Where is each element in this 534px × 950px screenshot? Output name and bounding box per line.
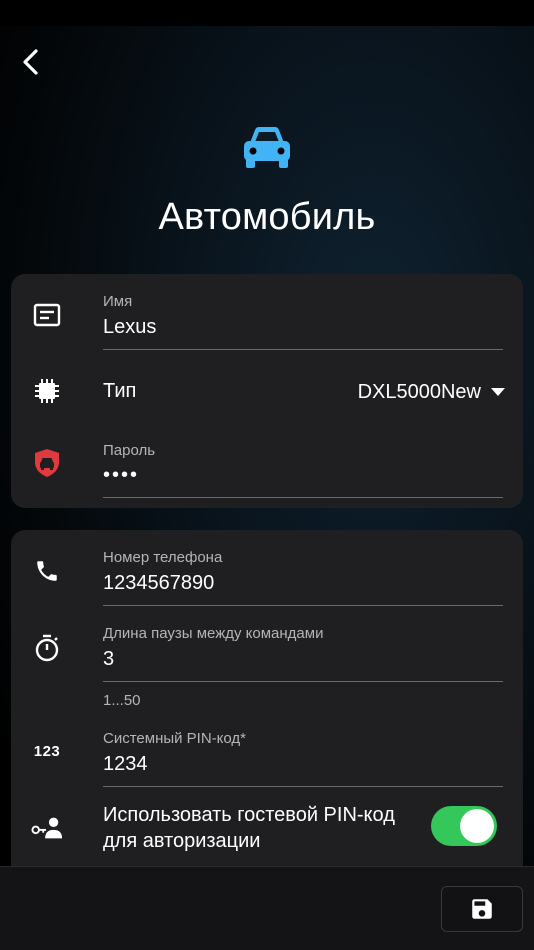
page-title: Автомобиль	[158, 196, 376, 238]
status-bar	[0, 0, 534, 26]
pause-helper-text: 1...50	[103, 692, 141, 709]
phone-value: 1234567890	[103, 572, 215, 594]
phone-icon	[31, 555, 63, 587]
guest-pin-toggle[interactable]	[431, 806, 497, 846]
name-field[interactable]: Имя Lexus	[103, 290, 503, 350]
password-value: ••••	[103, 464, 140, 486]
password-label: Пароль	[103, 442, 156, 459]
pause-value: 3	[103, 648, 115, 670]
timer-icon	[31, 632, 63, 664]
car-shield-icon	[31, 447, 63, 479]
phone-field[interactable]: Номер телефона 1234567890	[103, 546, 503, 606]
name-label: Имя	[103, 293, 133, 310]
name-value: Lexus	[103, 316, 157, 338]
phone-label: Номер телефона	[103, 549, 223, 566]
car-icon	[240, 124, 294, 170]
vehicle-info-card: Имя Lexus Тип DXL5000New Пароль ••••	[11, 274, 523, 508]
save-button[interactable]	[441, 886, 523, 932]
type-label: Тип	[103, 380, 137, 402]
key-person-icon	[31, 812, 63, 844]
back-button[interactable]	[14, 44, 46, 80]
guest-pin-label: Использовать гостевой PIN-код для автори…	[103, 804, 395, 852]
chevron-left-icon	[23, 49, 38, 75]
pause-field[interactable]: Длина паузы между командами 3	[103, 622, 503, 682]
connection-settings-card: Номер телефона 1234567890 Длина паузы ме…	[11, 530, 523, 875]
pin-value: 1234	[103, 753, 148, 775]
numbers-icon: 123	[33, 742, 61, 760]
chip-icon	[31, 375, 63, 407]
bottom-bar	[0, 866, 534, 950]
toggle-knob	[460, 809, 494, 843]
password-field[interactable]: Пароль ••••	[103, 438, 503, 498]
pin-label: Системный PIN-код*	[103, 730, 247, 747]
save-icon	[472, 899, 492, 919]
pin-field[interactable]: Системный PIN-код* 1234	[103, 727, 503, 787]
type-select[interactable]: DXL5000New	[329, 378, 505, 406]
caret-down-icon	[491, 388, 505, 396]
type-value: DXL5000New	[357, 380, 481, 403]
notes-icon	[31, 299, 63, 331]
pause-label: Длина паузы между командами	[103, 625, 324, 642]
